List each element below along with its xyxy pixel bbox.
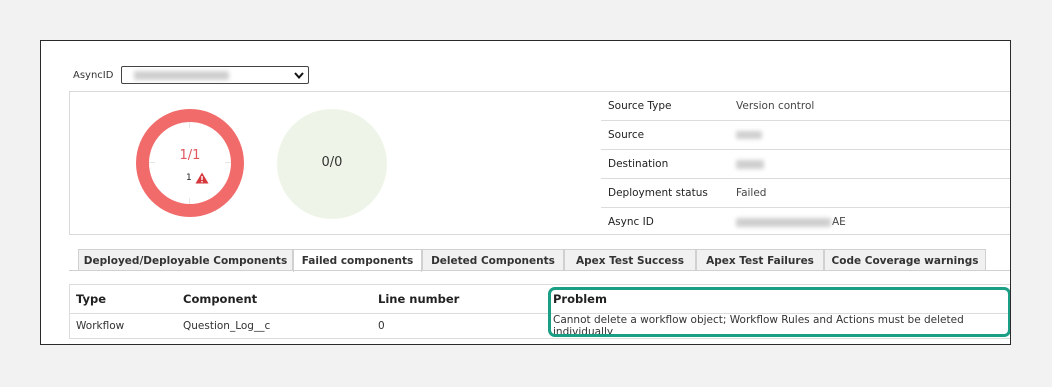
cell-line-number: 0 — [378, 320, 385, 332]
tab-apex-test-success[interactable]: Apex Test Success — [564, 249, 696, 271]
asyncid-label: AsyncID — [73, 69, 114, 81]
info-label: Source — [608, 129, 645, 141]
asyncid-value-redacted — [134, 70, 230, 80]
components-ratio: 1/1 — [179, 148, 201, 163]
cell-component: Question_Log__c — [183, 320, 271, 332]
failed-indicator: 1 — [186, 172, 209, 184]
column-header-line-number: Line number — [378, 292, 460, 306]
tab-deleted-components[interactable]: Deleted Components — [422, 249, 564, 271]
components-donut: 1/1 1 — [136, 109, 244, 217]
column-header-component: Component — [183, 292, 258, 306]
info-label: Async ID — [608, 216, 654, 228]
chevron-down-icon — [294, 71, 305, 79]
tabs-divider — [69, 270, 1010, 271]
info-value: Version control — [736, 100, 815, 112]
tests-donut: 0/0 — [277, 109, 387, 219]
problem-highlight-box — [548, 287, 1010, 337]
info-value: AE — [832, 216, 846, 228]
tab-deployed-components[interactable]: Deployed/Deployable Components — [78, 249, 293, 271]
results-tabs: Deployed/Deployable Components Failed co… — [78, 249, 986, 272]
tab-code-coverage-warnings[interactable]: Code Coverage warnings — [824, 249, 986, 271]
async-id-redacted — [736, 217, 831, 227]
source-redacted — [736, 131, 762, 139]
warning-triangle-icon — [195, 172, 209, 184]
asyncid-row: AsyncID — [73, 66, 310, 84]
destination-redacted — [736, 159, 764, 169]
failed-count: 1 — [186, 173, 192, 183]
info-row-async-id: Async ID AE — [601, 208, 1010, 236]
info-label: Deployment status — [608, 187, 708, 199]
tests-ratio: 0/0 — [321, 155, 343, 170]
info-row-destination: Destination — [601, 150, 1010, 179]
info-row-source-type: Source Type Version control — [601, 92, 1010, 121]
tab-failed-components[interactable]: Failed components — [293, 249, 422, 272]
info-row-deployment-status: Deployment status Failed — [601, 179, 1010, 208]
asyncid-select[interactable] — [121, 66, 310, 84]
deployment-details-panel: AsyncID 1/1 1 0/0 Source Type Version co… — [40, 40, 1011, 345]
info-row-source: Source — [601, 121, 1010, 150]
info-value: Failed — [736, 187, 767, 199]
info-label: Destination — [608, 158, 669, 170]
tab-apex-test-failures[interactable]: Apex Test Failures — [696, 249, 824, 271]
deployment-summary: 1/1 1 0/0 Source Type Version control So… — [69, 91, 1010, 236]
deployment-info-table: Source Type Version control Source Desti… — [601, 92, 1010, 236]
cell-type: Workflow — [76, 320, 125, 332]
column-header-type: Type — [76, 292, 107, 306]
info-label: Source Type — [608, 100, 672, 112]
